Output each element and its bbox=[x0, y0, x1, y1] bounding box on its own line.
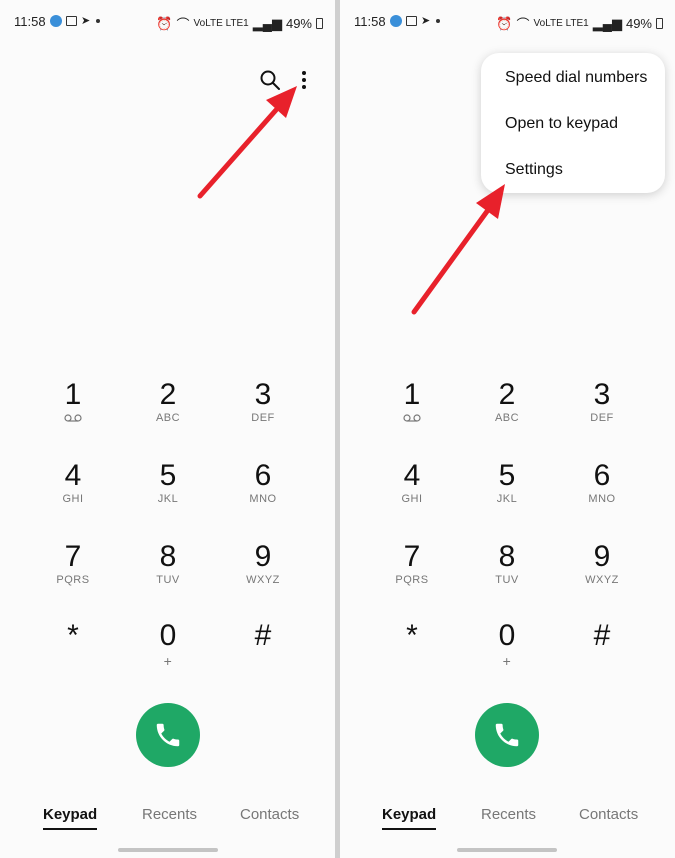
key-9[interactable]: 9 WXYZ bbox=[223, 541, 303, 611]
wifi-icon: ⌒ bbox=[516, 17, 530, 32]
key-5[interactable]: 5 JKL bbox=[128, 460, 208, 530]
voicemail-icon bbox=[403, 414, 421, 422]
tab-keypad[interactable]: Keypad bbox=[382, 806, 437, 830]
dialer-screen-right: 11:58 ➤ ⏰ ⌒ VoLTE LTE1 ▂▄▆ 49% Speed dia… bbox=[340, 0, 675, 858]
overflow-menu: Speed dial numbers Open to keypad Settin… bbox=[481, 53, 665, 193]
tab-keypad[interactable]: Keypad bbox=[43, 806, 98, 830]
gallery-notification-icon bbox=[406, 16, 417, 26]
key-hash[interactable]: # bbox=[562, 620, 642, 690]
status-bar: 11:58 ➤ ⏰ ⌒ VoLTE LTE1 ▂▄▆ 49% bbox=[354, 12, 663, 32]
menu-item-speed-dial[interactable]: Speed dial numbers bbox=[481, 59, 665, 105]
battery-text: 49% bbox=[285, 16, 312, 31]
dialer-screen-left: 11:58 ➤ ⏰ ⌒ VoLTE LTE1 ▂▄▆ 49% 1 2 ABC 3… bbox=[0, 0, 335, 858]
telegram-notification-icon: ➤ bbox=[81, 15, 91, 27]
tab-recents[interactable]: Recents bbox=[142, 806, 197, 823]
key-8[interactable]: 8 TUV bbox=[467, 541, 547, 611]
key-7[interactable]: 7 PQRS bbox=[33, 541, 113, 611]
telegram-notification-icon: ➤ bbox=[421, 15, 431, 27]
battery-icon bbox=[316, 18, 323, 29]
active-tab-indicator bbox=[382, 828, 437, 830]
key-1[interactable]: 1 bbox=[372, 379, 452, 449]
tab-recents[interactable]: Recents bbox=[481, 806, 536, 823]
home-indicator bbox=[457, 848, 557, 852]
tab-contacts[interactable]: Contacts bbox=[579, 806, 638, 823]
more-notifications-dot-icon bbox=[436, 19, 441, 23]
key-2[interactable]: 2 ABC bbox=[467, 379, 547, 449]
menu-item-settings[interactable]: Settings bbox=[481, 151, 665, 197]
key-8[interactable]: 8 TUV bbox=[128, 541, 208, 611]
status-time: 11:58 bbox=[14, 14, 46, 29]
key-star[interactable]: * bbox=[372, 620, 452, 690]
battery-icon bbox=[656, 18, 663, 29]
key-0[interactable]: 0 + bbox=[128, 620, 208, 690]
signal-icon: ▂▄▆ bbox=[592, 15, 622, 31]
key-4[interactable]: 4 GHI bbox=[372, 460, 452, 530]
key-6[interactable]: 6 MNO bbox=[562, 460, 642, 530]
network-indicator: VoLTE LTE1 bbox=[193, 18, 249, 29]
key-1[interactable]: 1 bbox=[33, 379, 113, 449]
home-indicator bbox=[118, 848, 218, 852]
call-button[interactable] bbox=[136, 703, 200, 767]
key-7[interactable]: 7 PQRS bbox=[372, 541, 452, 611]
voicemail-icon bbox=[64, 414, 82, 422]
battery-text: 49% bbox=[625, 16, 652, 31]
menu-item-open-to-keypad[interactable]: Open to keypad bbox=[481, 105, 665, 151]
network-indicator: VoLTE LTE1 bbox=[533, 18, 589, 29]
alarm-icon: ⏰ bbox=[156, 15, 173, 31]
key-0[interactable]: 0 + bbox=[467, 620, 547, 690]
key-3[interactable]: 3 DEF bbox=[562, 379, 642, 449]
key-6[interactable]: 6 MNO bbox=[223, 460, 303, 530]
key-4[interactable]: 4 GHI bbox=[33, 460, 113, 530]
status-time: 11:58 bbox=[354, 14, 386, 29]
key-hash[interactable]: # bbox=[223, 620, 303, 690]
phone-icon bbox=[156, 723, 180, 747]
more-notifications-dot-icon bbox=[96, 19, 101, 23]
notification-app-icon bbox=[390, 15, 402, 27]
signal-icon: ▂▄▆ bbox=[252, 15, 282, 31]
notification-app-icon bbox=[50, 15, 62, 27]
key-9[interactable]: 9 WXYZ bbox=[562, 541, 642, 611]
gallery-notification-icon bbox=[66, 16, 77, 26]
alarm-icon: ⏰ bbox=[496, 15, 513, 31]
key-star[interactable]: * bbox=[33, 620, 113, 690]
tab-contacts[interactable]: Contacts bbox=[240, 806, 299, 823]
search-icon[interactable] bbox=[258, 68, 282, 92]
phone-icon bbox=[495, 723, 519, 747]
wifi-icon: ⌒ bbox=[176, 17, 190, 32]
status-bar: 11:58 ➤ ⏰ ⌒ VoLTE LTE1 ▂▄▆ 49% bbox=[14, 12, 323, 32]
key-5[interactable]: 5 JKL bbox=[467, 460, 547, 530]
key-2[interactable]: 2 ABC bbox=[128, 379, 208, 449]
call-button[interactable] bbox=[475, 703, 539, 767]
key-3[interactable]: 3 DEF bbox=[223, 379, 303, 449]
more-vertical-icon[interactable] bbox=[292, 68, 316, 92]
active-tab-indicator bbox=[43, 828, 98, 830]
